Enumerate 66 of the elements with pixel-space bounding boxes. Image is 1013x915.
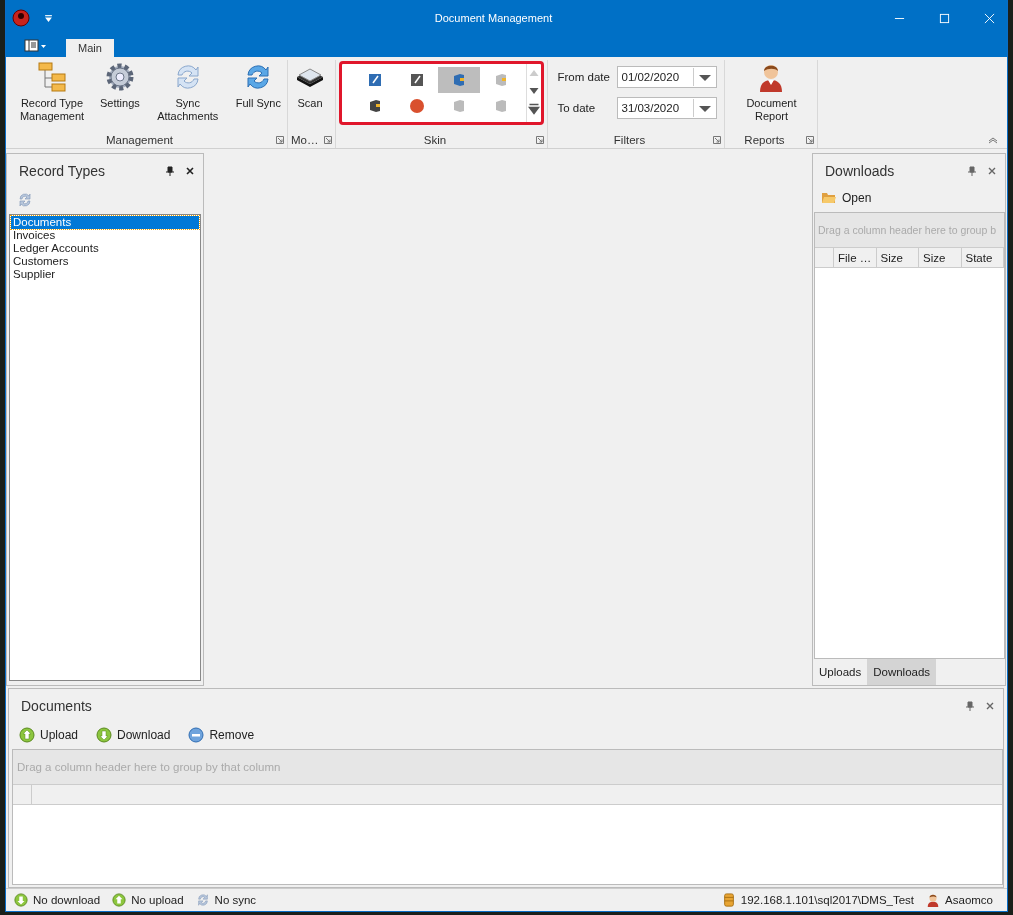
maximize-icon[interactable]	[939, 12, 950, 24]
remove-icon	[188, 727, 205, 743]
date-field[interactable]: 31/03/2020	[617, 97, 718, 119]
upload-icon	[112, 893, 127, 907]
ribbon-button[interactable]: Settings	[97, 60, 143, 111]
ribbon-tab[interactable]: Main	[66, 39, 114, 57]
quick-access-caret-icon[interactable]	[44, 13, 53, 23]
collapse-ribbon-icon[interactable]	[987, 136, 999, 144]
panel-title: Downloads	[825, 163, 896, 179]
status-text: No sync	[214, 894, 257, 906]
download-icon	[96, 727, 113, 743]
dialog-launcher-icon[interactable]	[536, 135, 545, 144]
ribbon-button[interactable]: Scan	[291, 60, 329, 111]
panel-title: Record Types	[19, 163, 107, 179]
window-title: Document Management	[434, 12, 553, 24]
database-icon	[721, 893, 736, 907]
skin-icon	[409, 72, 426, 88]
ribbon-button[interactable]: Full Sync	[232, 60, 284, 111]
column-header[interactable]: Size	[919, 248, 962, 267]
ribbon-button[interactable]: Sync Attachments	[144, 60, 231, 124]
panel-title: Documents	[21, 698, 93, 714]
download-icon	[14, 893, 28, 907]
dialog-launcher-icon[interactable]	[713, 135, 722, 144]
skin-item[interactable]	[438, 67, 481, 93]
group-label: Reports	[743, 133, 786, 146]
skin-icon	[409, 98, 426, 114]
group-label: Filters	[612, 133, 647, 146]
open-button[interactable]: Open	[821, 188, 1005, 208]
column-header[interactable]: File …	[834, 248, 877, 267]
date-label: From date	[557, 71, 611, 83]
sync-icon	[195, 893, 210, 907]
date-label: To date	[557, 102, 597, 114]
list-item[interactable]: Customers	[11, 255, 199, 268]
person-icon	[926, 893, 941, 907]
folder-icon	[821, 190, 837, 206]
group-label: Skin	[422, 133, 448, 146]
status-text: 192.168.1.101\sql2017\DMS_Test	[740, 894, 915, 906]
column-header[interactable]: State	[961, 248, 1004, 267]
list-item[interactable]: Supplier	[11, 268, 199, 281]
status-text: Asaomco	[945, 894, 993, 906]
close-icon[interactable]	[185, 166, 195, 176]
skin-icon	[367, 72, 384, 88]
column-header[interactable]: Size	[876, 248, 919, 267]
tree-icon	[36, 61, 68, 93]
download-button[interactable]: Download	[96, 725, 171, 745]
pin-icon[interactable]	[165, 166, 175, 176]
ribbon-button[interactable]: Document Report	[728, 60, 815, 124]
list-item[interactable]: Ledger Accounts	[11, 242, 199, 255]
list-item[interactable]: Invoices	[11, 229, 199, 242]
dialog-launcher-icon[interactable]	[324, 135, 333, 144]
app-logo-icon	[12, 9, 30, 27]
ribbon-button[interactable]: Record Type Management	[9, 60, 95, 124]
group-label: Management	[104, 133, 175, 146]
dialog-launcher-icon[interactable]	[276, 135, 284, 144]
panel-tab[interactable]: Downloads	[867, 659, 937, 685]
upload-button[interactable]: Upload	[19, 725, 79, 745]
group-label: Mo…	[291, 133, 319, 146]
upload-icon	[19, 727, 35, 743]
panel-tab[interactable]: Uploads	[813, 659, 868, 685]
status-text: No download	[33, 894, 101, 906]
app-menu-icon[interactable]	[24, 39, 48, 53]
status-text: No upload	[131, 894, 184, 906]
dialog-launcher-icon[interactable]	[806, 135, 815, 144]
date-field[interactable]: 01/02/2020	[617, 66, 718, 88]
remove-button[interactable]: Remove	[188, 725, 255, 745]
list-item[interactable]: Documents	[11, 216, 199, 229]
